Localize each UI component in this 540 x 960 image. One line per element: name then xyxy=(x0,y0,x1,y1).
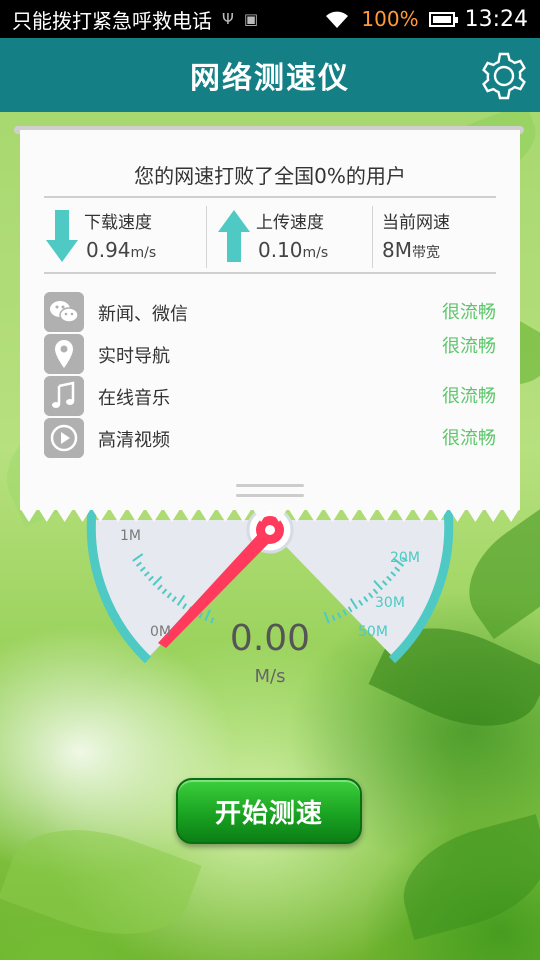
page-title: 网络测速仪 xyxy=(190,61,350,96)
drag-handle[interactable] xyxy=(236,494,304,497)
usage-name: 在线音乐 xyxy=(98,388,170,409)
usage-status: 很流畅 xyxy=(442,386,496,407)
usage-status: 很流畅 xyxy=(442,336,496,357)
bandwidth-label: 当前网速 xyxy=(382,213,450,233)
play-icon xyxy=(44,418,84,458)
list-item: 实时导航 很流畅 xyxy=(44,334,496,374)
divider xyxy=(44,196,496,198)
usb-icon: Ψ xyxy=(222,10,234,28)
usage-name: 实时导航 xyxy=(98,346,170,367)
result-card: 您的网速打败了全国0%的用户 下载速度 0.94m/s 上传速度 0.10m/s… xyxy=(20,130,520,510)
card-torn-edge xyxy=(20,508,520,522)
list-item: 在线音乐 很流畅 xyxy=(44,376,496,416)
battery-percent: 100% xyxy=(361,7,419,31)
gauge-label-20m: 20M xyxy=(390,550,420,566)
gear-icon[interactable] xyxy=(478,50,530,102)
wifi-icon xyxy=(326,11,349,28)
download-arrow-icon xyxy=(46,210,78,262)
app-header: 网络测速仪 xyxy=(0,38,540,112)
upload-label: 上传速度 xyxy=(256,213,324,233)
list-item: 新闻、微信 很流畅 xyxy=(44,292,496,332)
upload-arrow-icon xyxy=(218,210,250,262)
clock: 13:24 xyxy=(464,6,528,32)
download-value: 0.94m/s xyxy=(86,238,157,262)
divider xyxy=(44,272,496,274)
wechat-icon xyxy=(44,292,84,332)
speed-unit: M/s xyxy=(254,666,286,687)
download-label: 下载速度 xyxy=(84,213,152,233)
battery-icon xyxy=(428,11,458,27)
start-test-label: 开始测速 xyxy=(214,798,323,829)
usage-name: 新闻、微信 xyxy=(98,304,188,325)
start-test-button[interactable]: 开始测速 xyxy=(176,778,362,844)
android-debug-icon: ▣ xyxy=(243,10,258,28)
usage-status: 很流畅 xyxy=(442,302,496,323)
speed-readout: 0.00 xyxy=(229,618,311,659)
gauge-label-1m: 1M xyxy=(120,528,141,544)
usage-name: 高清视频 xyxy=(98,430,170,451)
result-headline: 您的网速打败了全国0%的用户 xyxy=(134,164,406,188)
gauge-tick xyxy=(342,609,348,616)
upload-value: 0.10m/s xyxy=(258,238,329,262)
location-pin-icon xyxy=(44,334,84,374)
usage-status: 很流畅 xyxy=(442,428,496,449)
gauge-label-30m: 30M xyxy=(375,595,405,611)
carrier-text: 只能拨打紧急呼救电话 xyxy=(12,8,212,33)
list-item: 高清视频 很流畅 xyxy=(44,418,496,458)
drag-handle[interactable] xyxy=(236,484,304,487)
bandwidth-value: 8M带宽 xyxy=(382,238,440,262)
music-note-icon xyxy=(44,376,84,416)
status-bar: 只能拨打紧急呼救电话 Ψ ▣ 100% 13:24 xyxy=(0,0,540,38)
